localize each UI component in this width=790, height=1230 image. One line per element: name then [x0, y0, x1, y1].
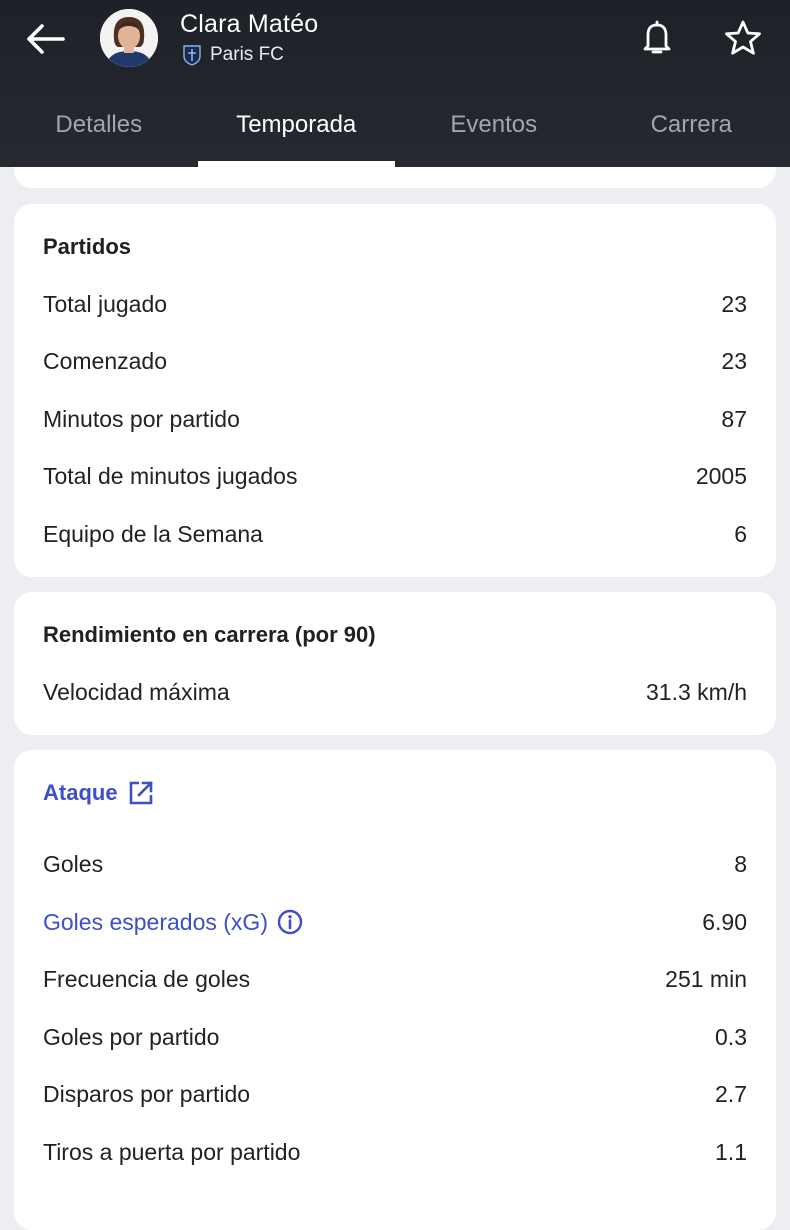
tab-bar: Detalles Temporada Eventos Carrera: [0, 100, 790, 167]
stat-label: Goles por partido: [43, 1024, 219, 1051]
stat-row: Frecuencia de goles 251 min: [43, 964, 747, 994]
partidos-title: Partidos: [43, 234, 131, 260]
paris-fc-crest-icon: [182, 44, 202, 66]
stat-label: Comenzado: [43, 348, 167, 375]
partidos-card: Partidos Total jugado 23 Comenzado 23 Mi…: [14, 204, 776, 577]
stat-value: 1.1: [715, 1139, 747, 1166]
stat-label: Frecuencia de goles: [43, 966, 250, 993]
stat-value: 0.3: [715, 1024, 747, 1051]
stat-value: 2005: [696, 463, 747, 490]
stat-label: Minutos por partido: [43, 406, 240, 433]
stat-row: Disparos por partido 2.7: [43, 1079, 747, 1109]
stat-value: 6.90: [702, 909, 747, 936]
stat-row: Goles por partido 0.3: [43, 1022, 747, 1052]
stat-label: Goles: [43, 851, 103, 878]
stat-row: Equipo de la Semana 6: [43, 519, 747, 549]
stat-value: 23: [721, 291, 747, 318]
player-name: Clara Matéo: [180, 10, 318, 39]
stat-row: Velocidad máxima 31.3 km/h: [43, 677, 747, 707]
star-icon: [724, 20, 762, 56]
rendimiento-title: Rendimiento en carrera (por 90): [43, 622, 376, 648]
stat-row-xg[interactable]: Goles esperados (xG) 6.90: [43, 907, 747, 937]
favorite-button[interactable]: [720, 16, 766, 60]
rendimiento-card: Rendimiento en carrera (por 90) Velocida…: [14, 592, 776, 735]
back-button[interactable]: [22, 18, 68, 60]
ataque-title-link[interactable]: Ataque: [43, 780, 154, 806]
team-name: Paris FC: [210, 44, 284, 66]
stat-value: 87: [721, 406, 747, 433]
stat-row: Total jugado 23: [43, 289, 747, 319]
stat-value: 251 min: [665, 966, 747, 993]
notifications-button[interactable]: [636, 16, 678, 60]
stat-row: Total de minutos jugados 2005: [43, 461, 747, 491]
stat-label: Total jugado: [43, 291, 167, 318]
app-header: Clara Matéo Paris FC Detalles Temporada …: [0, 0, 790, 167]
ataque-card: Ataque Goles 8 Goles esperados (xG) 6.90…: [14, 750, 776, 1230]
stat-value: 31.3 km/h: [646, 679, 747, 706]
stat-row: Tiros a puerta por partido 1.1: [43, 1137, 747, 1167]
ataque-title: Ataque: [43, 780, 118, 806]
stat-row: Goles 8: [43, 849, 747, 879]
stat-label: Velocidad máxima: [43, 679, 230, 706]
stat-label: Total de minutos jugados: [43, 463, 297, 490]
stat-value: 2.7: [715, 1081, 747, 1108]
stat-row: Minutos por partido 87: [43, 404, 747, 434]
info-icon[interactable]: [277, 909, 303, 935]
stat-label: Goles esperados (xG): [43, 909, 268, 936]
tab-detalles[interactable]: Detalles: [0, 100, 198, 167]
player-avatar: [100, 9, 158, 67]
stat-label: Equipo de la Semana: [43, 521, 263, 548]
tab-eventos[interactable]: Eventos: [395, 100, 593, 167]
team-row[interactable]: Paris FC: [182, 44, 284, 66]
bell-icon: [642, 20, 672, 56]
stat-value: 8: [734, 851, 747, 878]
tab-carrera[interactable]: Carrera: [593, 100, 790, 167]
stat-value: 23: [721, 348, 747, 375]
stat-label: Disparos por partido: [43, 1081, 250, 1108]
arrow-left-icon: [25, 23, 65, 55]
tab-temporada[interactable]: Temporada: [198, 100, 396, 167]
stat-row: Comenzado 23: [43, 346, 747, 376]
stat-label: Tiros a puerta por partido: [43, 1139, 300, 1166]
stat-value: 6: [734, 521, 747, 548]
xg-label-group[interactable]: Goles esperados (xG): [43, 909, 303, 936]
external-link-icon: [128, 780, 154, 806]
